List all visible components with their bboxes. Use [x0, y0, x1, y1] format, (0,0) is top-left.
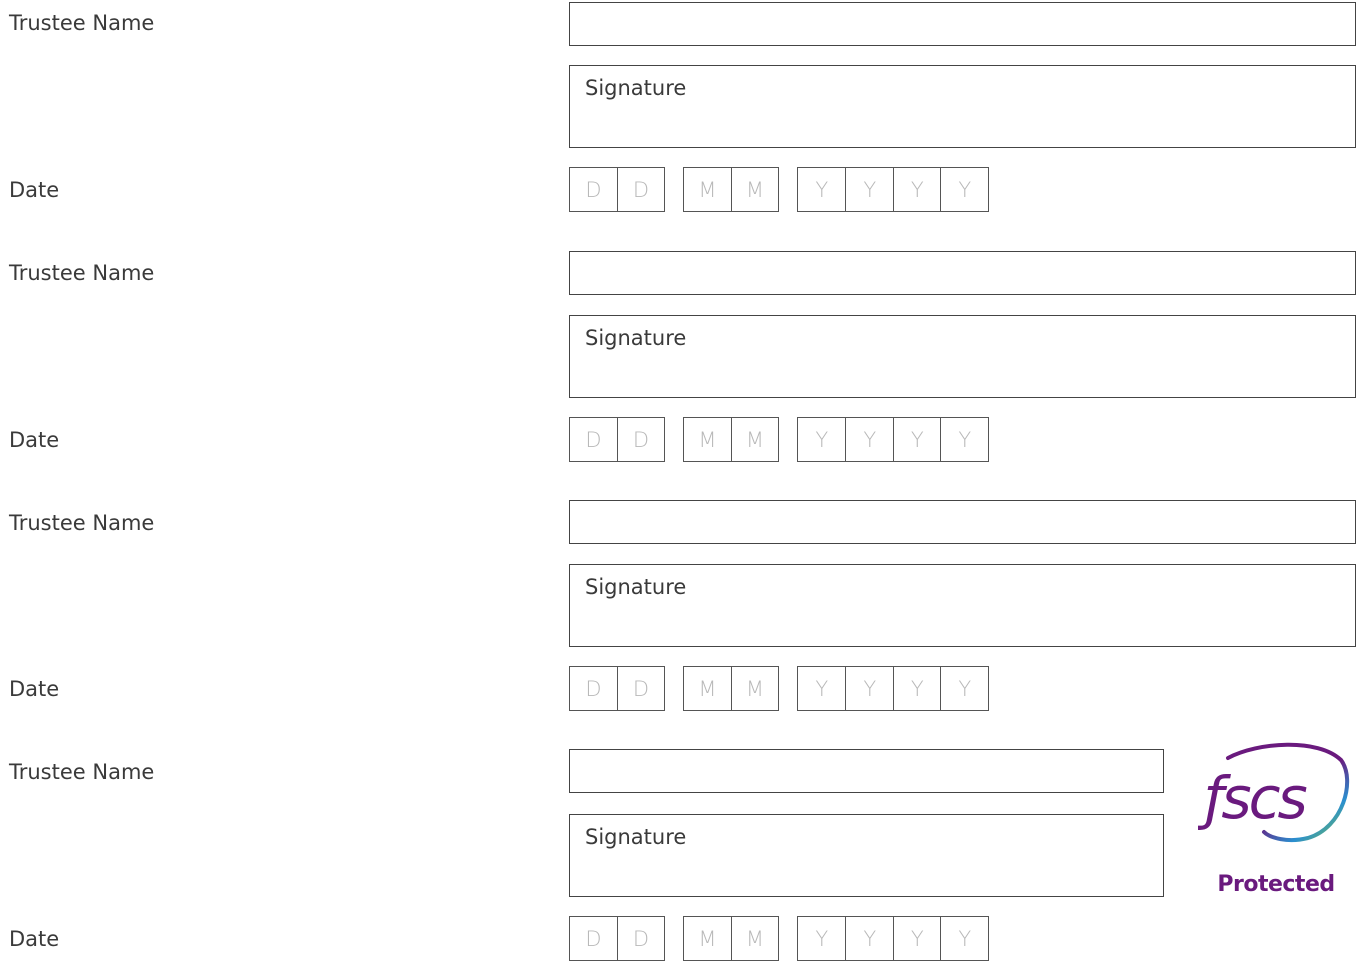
date-month-cell[interactable]: M — [730, 667, 778, 710]
trustee-name-field[interactable] — [569, 500, 1356, 544]
signature-box[interactable]: Signature — [569, 315, 1356, 398]
date-month-cell[interactable]: M — [730, 168, 778, 211]
date-year-group[interactable]: Y Y Y Y — [797, 417, 989, 462]
date-month-cell[interactable]: M — [684, 168, 731, 211]
date-year-cell[interactable]: Y — [892, 168, 941, 211]
date-year-cell[interactable]: Y — [892, 418, 941, 461]
trustee-name-label: Trustee Name — [9, 511, 155, 535]
date-year-cell[interactable]: Y — [798, 917, 845, 960]
signature-box[interactable]: Signature — [569, 65, 1356, 148]
date-month-group[interactable]: M M — [683, 666, 779, 711]
date-month-cell[interactable]: M — [684, 667, 731, 710]
trustee-name-label: Trustee Name — [9, 760, 155, 784]
date-day-cell[interactable]: D — [616, 917, 664, 960]
fscs-logo-mark: ƒscs — [1194, 742, 1350, 843]
signature-label: Signature — [585, 825, 687, 849]
date-year-cell[interactable]: Y — [798, 168, 845, 211]
date-day-cell[interactable]: D — [570, 667, 617, 710]
trustee-name-field[interactable] — [569, 2, 1356, 46]
svg-text:ƒscs: ƒscs — [1198, 764, 1307, 832]
date-label: Date — [9, 677, 60, 701]
fscs-logo: ƒscs — [1194, 740, 1350, 848]
signature-box[interactable]: Signature — [569, 814, 1164, 897]
date-year-group[interactable]: Y Y Y Y — [797, 666, 989, 711]
date-year-cell[interactable]: Y — [892, 917, 941, 960]
date-day-cell[interactable]: D — [616, 168, 664, 211]
date-year-cell[interactable]: Y — [798, 418, 845, 461]
signature-label: Signature — [585, 575, 687, 599]
date-day-group[interactable]: D D — [569, 916, 665, 961]
date-year-cell[interactable]: Y — [845, 667, 893, 710]
trustee-name-field[interactable] — [569, 749, 1164, 793]
date-day-group[interactable]: D D — [569, 167, 665, 212]
date-day-cell[interactable]: D — [570, 418, 617, 461]
date-year-cell[interactable]: Y — [845, 917, 893, 960]
date-month-cell[interactable]: M — [730, 917, 778, 960]
date-day-group[interactable]: D D — [569, 417, 665, 462]
date-year-cell[interactable]: Y — [845, 168, 893, 211]
trustee-name-field[interactable] — [569, 251, 1356, 295]
date-year-cell[interactable]: Y — [892, 667, 941, 710]
date-label: Date — [9, 428, 60, 452]
date-month-cell[interactable]: M — [684, 917, 731, 960]
date-day-cell[interactable]: D — [570, 168, 617, 211]
date-day-cell[interactable]: D — [616, 418, 664, 461]
date-month-group[interactable]: M M — [683, 916, 779, 961]
date-year-cell[interactable]: Y — [940, 168, 988, 211]
date-year-cell[interactable]: Y — [845, 418, 893, 461]
signature-label: Signature — [585, 76, 687, 100]
date-year-cell[interactable]: Y — [940, 667, 988, 710]
date-year-cell[interactable]: Y — [940, 917, 988, 960]
date-day-cell[interactable]: D — [570, 917, 617, 960]
date-year-cell[interactable]: Y — [940, 418, 988, 461]
date-year-cell[interactable]: Y — [798, 667, 845, 710]
date-label: Date — [9, 178, 60, 202]
date-year-group[interactable]: Y Y Y Y — [797, 916, 989, 961]
date-month-group[interactable]: M M — [683, 417, 779, 462]
trustee-name-label: Trustee Name — [9, 261, 155, 285]
date-month-cell[interactable]: M — [684, 418, 731, 461]
date-month-group[interactable]: M M — [683, 167, 779, 212]
date-day-group[interactable]: D D — [569, 666, 665, 711]
fscs-protected-caption: Protected — [1217, 872, 1335, 897]
trustee-name-label: Trustee Name — [9, 11, 155, 35]
signature-box[interactable]: Signature — [569, 564, 1356, 647]
date-year-group[interactable]: Y Y Y Y — [797, 167, 989, 212]
signature-label: Signature — [585, 326, 687, 350]
date-label: Date — [9, 927, 60, 951]
date-day-cell[interactable]: D — [616, 667, 664, 710]
date-month-cell[interactable]: M — [730, 418, 778, 461]
